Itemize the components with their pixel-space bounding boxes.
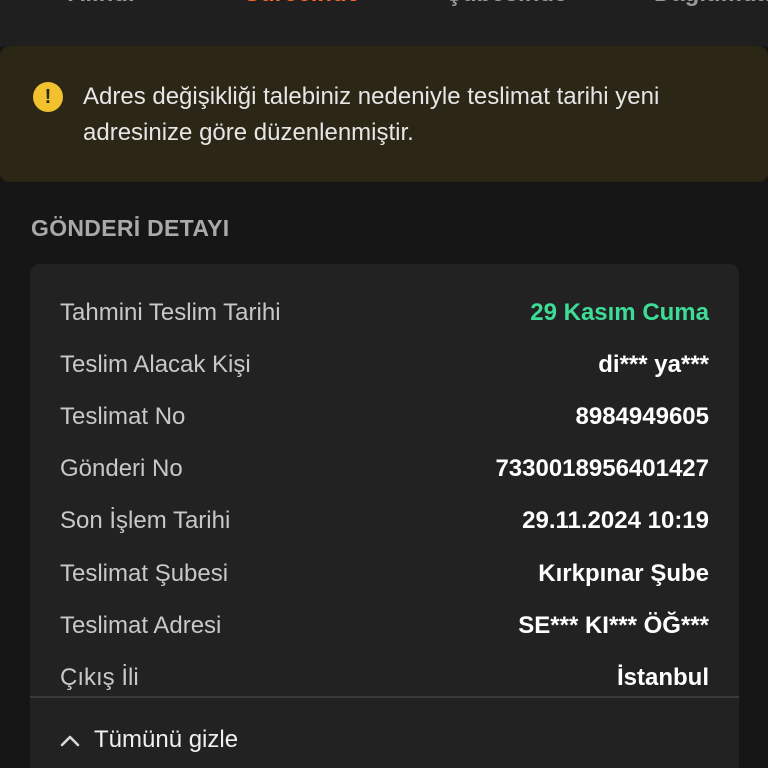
address-change-notice: ! Adres değişikliği talebiniz nedeniyle … xyxy=(0,46,768,182)
detail-row: Gönderi No 7330018956401427 xyxy=(60,449,709,489)
detail-row: Teslimat Şubesi Kırkpınar Şube xyxy=(60,554,709,594)
shipment-details-card: Tahmini Teslim Tarihi 29 Kasım Cuma Tesl… xyxy=(30,264,739,768)
detail-value: SE*** KI*** ÖĞ*** xyxy=(518,612,709,639)
detail-row: Çıkış İli İstanbul xyxy=(60,658,709,698)
detail-label: Gönderi No xyxy=(60,455,183,482)
detail-value: İstanbul xyxy=(616,664,709,691)
detail-label: Teslim Alacak Kişi xyxy=(60,351,251,378)
shipment-detail-page: Alındı Sürecinde Şubesinde Dağıtımda ! A… xyxy=(0,0,768,768)
detail-row: Tahmini Teslim Tarihi 29 Kasım Cuma xyxy=(60,293,709,333)
collapse-details-button[interactable]: Tümünü gizle xyxy=(60,726,238,754)
detail-row: Teslimat Adresi SE*** KI*** ÖĞ*** xyxy=(60,606,709,646)
detail-value: 8984949605 xyxy=(575,403,709,430)
detail-label: Çıkış İli xyxy=(60,664,139,691)
tab-at-branch[interactable]: Şubesinde xyxy=(446,0,567,8)
detail-value: di*** ya*** xyxy=(598,351,709,378)
detail-row: Teslimat No 8984949605 xyxy=(60,397,709,437)
detail-row: Teslim Alacak Kişi di*** ya*** xyxy=(60,345,709,385)
notice-text: Adres değişikliği talebiniz nedeniyle te… xyxy=(83,83,660,146)
detail-label: Tahmini Teslim Tarihi xyxy=(60,299,281,326)
divider xyxy=(30,696,739,698)
tab-in-progress[interactable]: Sürecinde xyxy=(244,0,360,8)
detail-label: Teslimat Şubesi xyxy=(60,560,229,587)
warning-icon: ! xyxy=(33,82,63,112)
detail-value: Kırkpınar Şube xyxy=(538,560,709,587)
section-title: GÖNDERİ DETAYI xyxy=(31,215,230,241)
collapse-label: Tümünü gizle xyxy=(94,726,239,753)
chevron-up-icon xyxy=(60,735,80,747)
detail-value: 29.11.2024 10:19 xyxy=(522,507,709,534)
status-tabs: Alındı Sürecinde Şubesinde Dağıtımda xyxy=(0,0,768,46)
estimated-delivery-date: 29 Kasım Cuma xyxy=(530,299,709,326)
detail-row: Son İşlem Tarihi 29.11.2024 10:19 xyxy=(60,501,709,541)
tab-out-for-delivery[interactable]: Dağıtımda xyxy=(654,0,768,8)
tab-received[interactable]: Alındı xyxy=(68,0,135,8)
detail-label: Teslimat Adresi xyxy=(60,612,222,639)
detail-label: Teslimat No xyxy=(60,403,186,430)
detail-value: 7330018956401427 xyxy=(495,455,709,482)
detail-label: Son İşlem Tarihi xyxy=(60,507,231,534)
